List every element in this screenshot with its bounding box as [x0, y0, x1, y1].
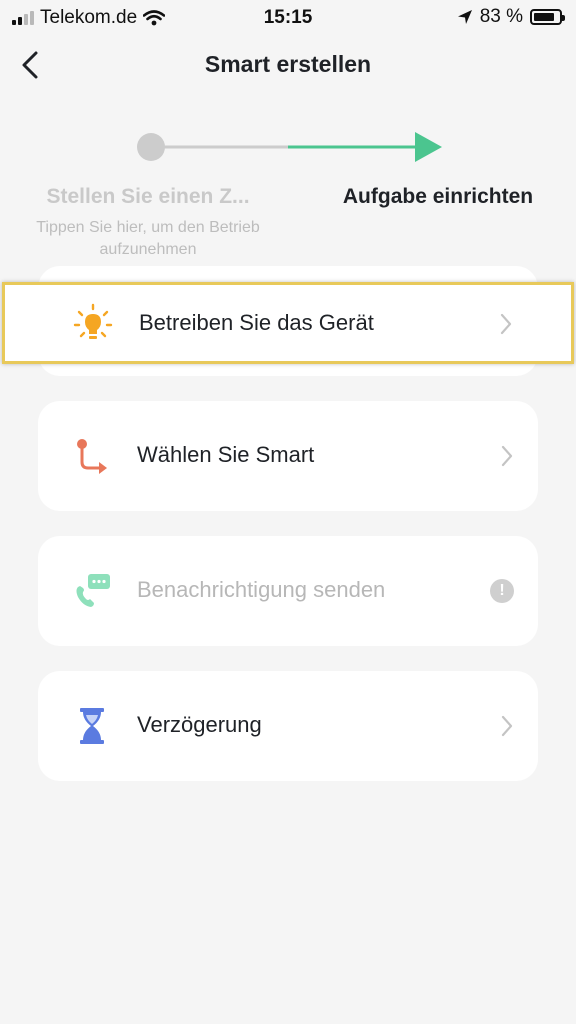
chevron-right-icon: [500, 313, 512, 335]
screen: Telekom.de 15:15 83 % Smart erstellen St…: [0, 0, 576, 1024]
step-1-subtitle: Tippen Sie hier, um den Betrieb aufzuneh…: [36, 219, 260, 258]
chevron-right-icon: [501, 445, 513, 467]
chevron-right-icon: [501, 715, 513, 737]
step-progress: [137, 132, 442, 162]
page-title: Smart erstellen: [204, 51, 372, 77]
location-arrow-icon: [457, 10, 472, 24]
task-item-operate-device-highlighted[interactable]: Betreiben Sie das Gerät: [2, 282, 574, 364]
status-bar: Telekom.de 15:15 83 %: [0, 0, 576, 36]
route-icon: [77, 439, 107, 474]
status-right: 83 %: [457, 6, 565, 28]
step-2-arrow: [415, 132, 442, 162]
task-card-delay[interactable]: Verzögerung: [38, 671, 538, 781]
step-1[interactable]: Stellen Sie einen Z... Tippen Sie hier, …: [0, 185, 296, 261]
battery-fill: [534, 13, 554, 21]
task-card-send-notification[interactable]: Benachrichtigung senden !: [38, 536, 538, 646]
step-2-title: Aufgabe einrichten: [342, 185, 534, 208]
task-card-select-smart[interactable]: Wählen Sie Smart: [38, 401, 538, 511]
task-label: Verzögerung: [137, 712, 262, 737]
step-1-dot: [137, 133, 165, 161]
battery-percent: 83 %: [479, 6, 523, 27]
hourglass-icon: [80, 708, 104, 744]
phone-message-icon: [76, 574, 110, 607]
task-label: Betreiben Sie das Gerät: [139, 310, 374, 335]
task-label: Benachrichtigung senden: [137, 577, 386, 602]
bulb-icon: [73, 303, 113, 339]
step-1-title: Stellen Sie einen Z...: [46, 185, 250, 208]
battery-icon: [530, 9, 565, 25]
warning-icon: !: [490, 579, 514, 603]
task-label: Wählen Sie Smart: [137, 442, 315, 467]
